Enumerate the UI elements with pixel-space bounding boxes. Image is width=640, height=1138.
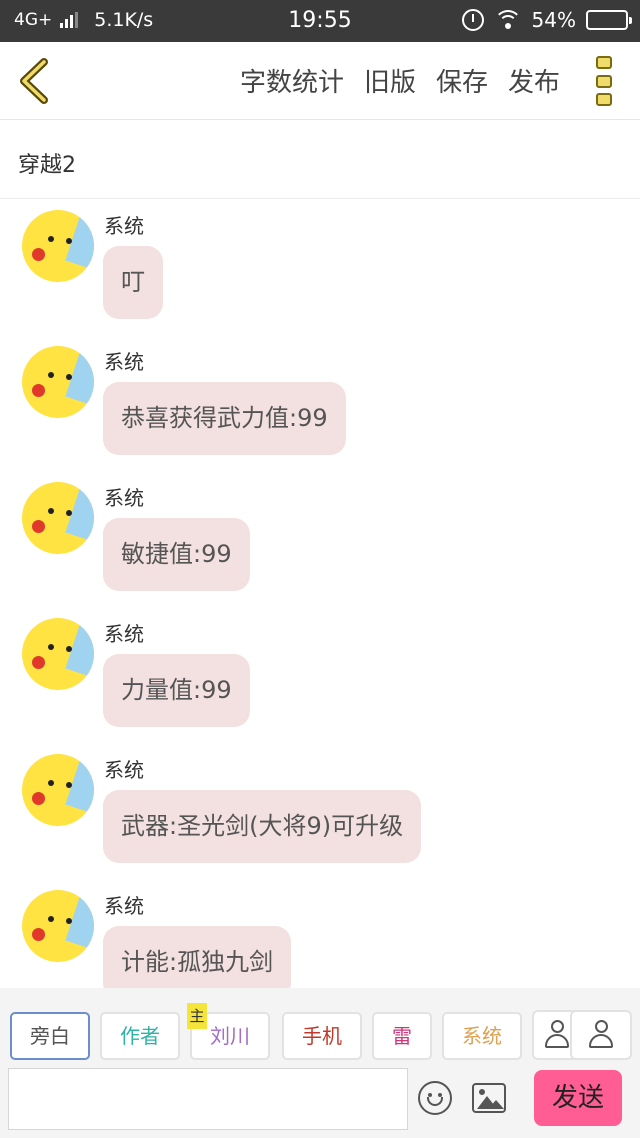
main-character-badge: 主: [187, 1003, 207, 1029]
message-bubble[interactable]: 力量值:99: [103, 654, 250, 727]
message-input[interactable]: [8, 1068, 408, 1130]
top-toolbar: 字数统计 旧版 保存 发布: [0, 42, 640, 120]
status-right: 54%: [461, 8, 632, 32]
publish-button[interactable]: 发布: [508, 62, 560, 99]
story-title-bar[interactable]: 穿越2: [0, 121, 640, 199]
message-item[interactable]: 系统 敏捷值:99: [0, 472, 640, 608]
compose-bar: 发送: [0, 1066, 640, 1138]
sender-name: 系统: [104, 350, 144, 374]
sender-name: 系统: [104, 622, 144, 646]
save-button[interactable]: 保存: [436, 62, 488, 99]
sender-name: 系统: [104, 214, 144, 238]
person-icon: [545, 1020, 569, 1050]
person-icon: [589, 1020, 613, 1050]
back-chevron-icon: [20, 58, 48, 104]
role-manager-button[interactable]: [570, 1010, 632, 1060]
alarm-icon: [461, 9, 484, 31]
avatar[interactable]: [22, 346, 94, 418]
battery-percent: 54%: [531, 8, 576, 32]
role-chip-author[interactable]: 作者: [100, 1012, 180, 1060]
header-actions: 字数统计 旧版 保存 发布: [240, 62, 560, 99]
battery-icon: [586, 10, 632, 30]
sender-name: 系统: [104, 894, 144, 918]
message-bubble[interactable]: 恭喜获得武力值:99: [103, 382, 346, 455]
role-chip-narrator[interactable]: 旁白: [10, 1012, 90, 1060]
avatar[interactable]: [22, 754, 94, 826]
old-version-button[interactable]: 旧版: [364, 62, 416, 99]
message-item[interactable]: 系统 武器:圣光剑(大将9)可升级: [0, 744, 640, 880]
sender-name: 系统: [104, 486, 144, 510]
avatar[interactable]: [22, 890, 94, 962]
status-bar: 4G+ 5.1K/s 19:55 54%: [0, 0, 640, 42]
word-count-button[interactable]: 字数统计: [240, 62, 344, 99]
avatar[interactable]: [22, 482, 94, 554]
story-title: 穿越2: [18, 153, 76, 178]
more-menu-icon[interactable]: [596, 56, 616, 106]
message-bubble[interactable]: 武器:圣光剑(大将9)可升级: [103, 790, 422, 863]
emoji-icon[interactable]: [418, 1081, 452, 1115]
message-item[interactable]: 系统 计能:孤独九剑: [0, 880, 640, 988]
back-button[interactable]: [14, 56, 58, 106]
avatar[interactable]: [22, 210, 94, 282]
message-bubble[interactable]: 敏捷值:99: [103, 518, 250, 591]
role-chip-lei[interactable]: 雷: [372, 1012, 432, 1060]
send-button[interactable]: 发送: [534, 1070, 622, 1126]
image-icon[interactable]: [472, 1083, 506, 1113]
message-item[interactable]: 系统 叮: [0, 200, 640, 336]
message-bubble[interactable]: 计能:孤独九剑: [103, 926, 292, 988]
message-bubble[interactable]: 叮: [103, 246, 163, 319]
message-item[interactable]: 系统 恭喜获得武力值:99: [0, 336, 640, 472]
role-selector: 旁白 作者 刘川 主 手机 雷 系统: [0, 988, 640, 1066]
role-chip-phone[interactable]: 手机: [282, 1012, 362, 1060]
role-chip-system[interactable]: 系统: [442, 1012, 522, 1060]
avatar[interactable]: [22, 618, 94, 690]
wifi-icon: [493, 10, 522, 30]
sender-name: 系统: [104, 758, 144, 782]
message-item[interactable]: 系统 力量值:99: [0, 608, 640, 744]
message-list[interactable]: 系统 叮 系统 恭喜获得武力值:99 系统 敏捷值:99 系统 力量值:99 系…: [0, 200, 640, 988]
